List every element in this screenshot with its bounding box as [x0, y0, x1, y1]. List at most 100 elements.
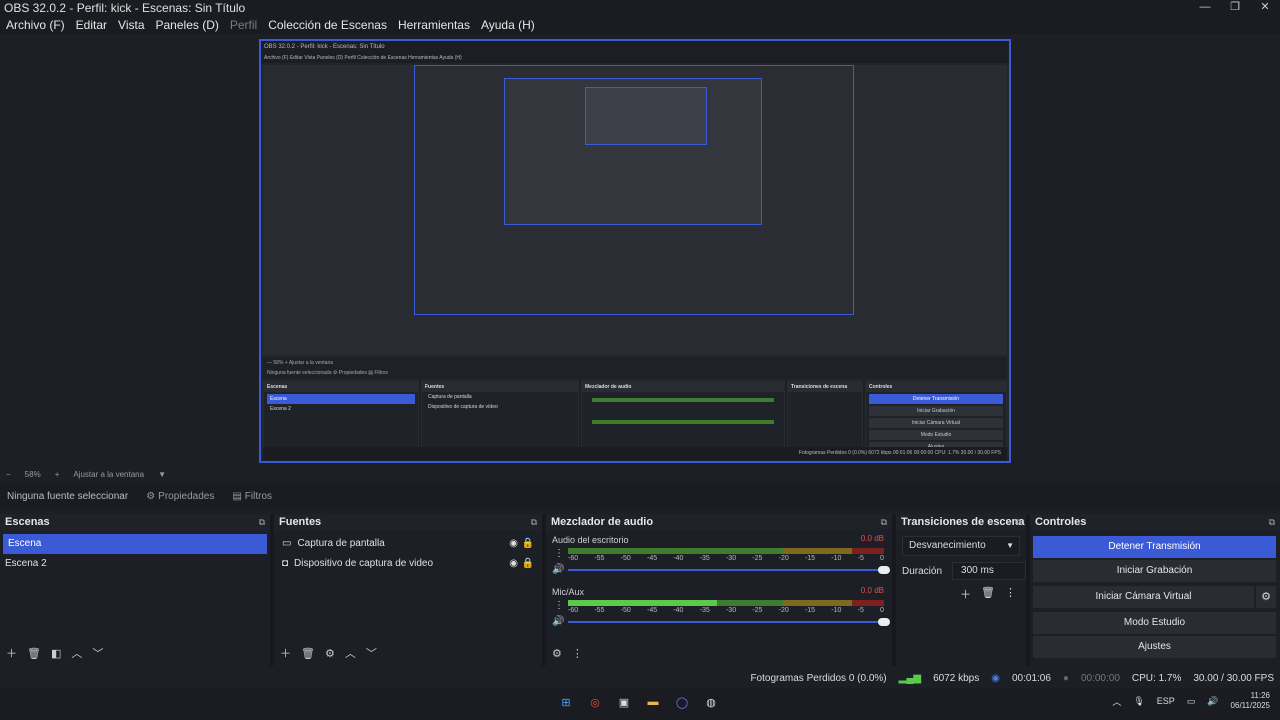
mixer-settings-icon[interactable]: ⚙ [552, 647, 562, 660]
filter-icon: ▤ [232, 490, 242, 502]
zoom-in-button[interactable]: + [55, 470, 60, 479]
mic-icon[interactable]: 🎙 [1133, 696, 1144, 707]
scene-item[interactable]: Escena 2 [0, 554, 270, 574]
maximize-button[interactable]: ❐ [1220, 0, 1250, 16]
scene-item[interactable]: Escena [3, 534, 267, 554]
clock[interactable]: 11:26 06/11/2025 [1231, 691, 1270, 711]
studio-mode-button[interactable]: Modo Estudio [1033, 612, 1276, 634]
eye-icon[interactable]: ◉ [509, 554, 518, 574]
nested-dock-transiciones-title: Transiciones de escena [788, 382, 862, 392]
nested-preview [263, 65, 1007, 355]
transitions-dock-header: Transiciones de escena ⧉ [896, 514, 1026, 530]
mixer-channel: Audio del escritorio 0.0 dB ⋮ -60 -55 -50-… [546, 534, 892, 586]
lock-icon[interactable]: 🔒 [522, 554, 534, 574]
undock-icon[interactable]: ⧉ [881, 514, 887, 530]
duration-input[interactable]: 300 ms [952, 562, 1026, 580]
source-item[interactable]: ▭ Captura de pantalla ◉ 🔒 [274, 534, 542, 554]
settings-button[interactable]: Ajustes [1033, 636, 1276, 658]
menu-coleccion-escenas[interactable]: Colección de Escenas [268, 18, 387, 32]
add-icon[interactable]: ＋ [6, 645, 17, 661]
meter-ticks: -60 -55 -50 -45 -40 -35 -30 -25 -20 -15 -10 -5 0 [568, 555, 884, 562]
transition-value: Desvanecimiento [909, 540, 986, 551]
undock-icon[interactable]: ⧉ [1269, 514, 1275, 530]
sources-title: Fuentes [279, 516, 322, 528]
eye-icon[interactable]: ◉ [509, 534, 518, 554]
undock-icon[interactable]: ⧉ [1015, 514, 1021, 530]
monitor-icon: ▭ [282, 538, 292, 549]
volume-slider[interactable] [568, 618, 890, 626]
move-down-icon[interactable]: ﹀ [92, 645, 103, 661]
move-up-icon[interactable]: ︿ [71, 645, 82, 661]
menu-vista[interactable]: Vista [118, 18, 144, 32]
chevron-up-icon[interactable]: ︿ [1112, 695, 1121, 708]
filters-button[interactable]: ▤ Filtros [232, 491, 272, 502]
move-down-icon[interactable]: ﹀ [366, 645, 377, 661]
lock-icon[interactable]: 🔒 [522, 534, 534, 554]
move-up-icon[interactable]: ︿ [345, 645, 356, 661]
volume-icon[interactable]: 🔊 [1207, 696, 1218, 707]
windows-start-icon[interactable]: ⊞ [556, 692, 576, 712]
mixer-toolbar: ⚙ ⋮ [546, 644, 583, 662]
zoom-dropdown-icon[interactable]: ▼ [158, 470, 166, 479]
trash-icon[interactable]: 🗑 [301, 647, 315, 660]
add-icon[interactable]: ＋ [960, 586, 971, 602]
speaker-icon[interactable]: 🔊 [552, 564, 564, 575]
menu-paneles[interactable]: Paneles (D) [156, 18, 219, 32]
transitions-title: Transiciones de escena [901, 516, 1025, 528]
nested-meter-2 [592, 420, 774, 424]
stream-icon: ◉ [991, 672, 1000, 684]
menu-archivo[interactable]: Archivo (F) [6, 18, 65, 32]
audio-mixer-dock: Mezclador de audio ⧉ Audio del escritorio… [546, 514, 894, 666]
record-icon: ● [1062, 672, 1069, 684]
display-icon[interactable]: ▭ [1187, 696, 1196, 707]
gear-icon[interactable]: ⚙ [1256, 586, 1276, 608]
kebab-icon[interactable]: ⋮ [554, 548, 564, 559]
title-bar: OBS 32.0.2 - Perfil: kick - Escenas: Sin… [0, 0, 1280, 16]
level-meter [568, 600, 884, 606]
chrome-icon[interactable]: ◎ [585, 692, 605, 712]
undock-icon[interactable]: ⧉ [531, 514, 537, 530]
channel-name: Mic/Aux [552, 587, 585, 597]
nested-sourcebar: Ninguna fuente seleccionada ⚙ Propiedade… [267, 370, 388, 376]
transition-select[interactable]: Desvanecimiento ▼ [902, 536, 1020, 556]
fit-window-button[interactable]: Ajustar a la ventana [73, 470, 144, 479]
store-icon[interactable]: ▣ [614, 692, 634, 712]
kebab-icon[interactable]: ⋮ [572, 647, 583, 660]
zoom-out-button[interactable]: − [6, 470, 11, 479]
source-label: Dispositivo de captura de video [294, 558, 434, 569]
gear-icon[interactable]: ⚙ [325, 647, 335, 660]
start-recording-button[interactable]: Iniciar Grabación [1033, 560, 1276, 582]
nested-previewbar: — 58% + Ajustar a la ventana [267, 360, 334, 366]
properties-button[interactable]: ⚙ Propiedades [146, 491, 214, 502]
minimize-button[interactable]: — [1190, 0, 1220, 16]
add-icon[interactable]: ＋ [280, 645, 291, 661]
browser-icon[interactable]: ◯ [672, 692, 692, 712]
speaker-icon[interactable]: 🔊 [552, 616, 564, 627]
source-item[interactable]: ◘ Dispositivo de captura de video ◉ 🔒 [274, 554, 542, 574]
nested-taskbar: Fotogramas Perdidos 0 (0.0%) 6072 kbps 0… [263, 447, 1007, 461]
properties-label: Propiedades [158, 490, 215, 502]
kebab-icon[interactable]: ⋮ [554, 600, 564, 611]
sources-dock: Fuentes ⧉ ▭ Captura de pantalla ◉ 🔒 ◘ Disposi… [274, 514, 544, 666]
undock-icon[interactable]: ⧉ [259, 514, 265, 530]
menu-perfil[interactable]: Perfil [230, 18, 257, 32]
filter-icon[interactable]: ◧ [51, 647, 61, 660]
menu-ayuda[interactable]: Ayuda (H) [481, 18, 535, 32]
start-virtual-camera-button[interactable]: Iniciar Cámara Virtual [1033, 586, 1254, 608]
menu-herramientas[interactable]: Herramientas [398, 18, 470, 32]
channel-db: 0.0 dB [860, 534, 884, 543]
folder-icon[interactable]: ▬ [643, 692, 663, 712]
trash-icon[interactable]: 🗑 [27, 647, 41, 660]
stop-stream-button[interactable]: Detener Transmisión [1033, 536, 1276, 558]
volume-slider[interactable] [568, 566, 890, 574]
language-indicator[interactable]: ESP [1157, 696, 1175, 706]
trash-icon[interactable]: 🗑 [981, 586, 995, 602]
mixer-title: Mezclador de audio [551, 516, 654, 528]
nested-dock-mezclador-title: Mezclador de audio [582, 382, 784, 392]
menu-editar[interactable]: Editar [76, 18, 107, 32]
kebab-icon[interactable]: ⋮ [1005, 586, 1016, 602]
clock-time: 11:26 [1250, 691, 1270, 700]
obs-icon[interactable]: ◍ [701, 692, 721, 712]
scenes-dock-header: Escenas ⧉ [0, 514, 270, 530]
close-button[interactable]: ✕ [1250, 0, 1280, 16]
